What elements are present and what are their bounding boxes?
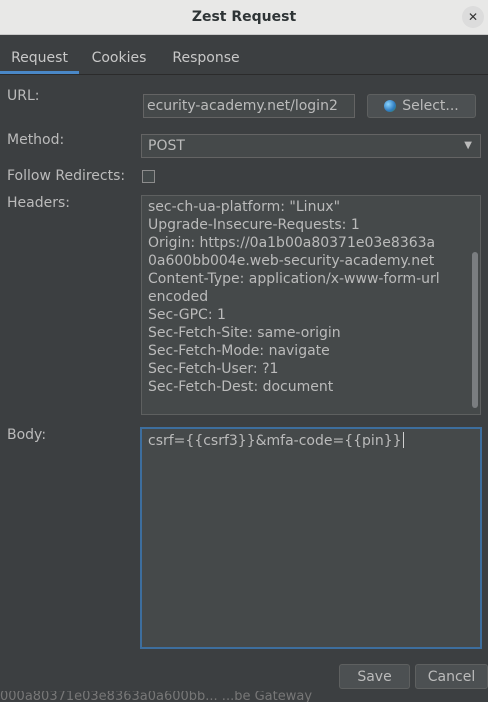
background-window-text: 000a80371e03e8363a0a600bb... ...be Gatew…: [0, 691, 313, 702]
header-line: Sec-GPC: 1: [148, 307, 226, 323]
header-line: Sec-Fetch-Mode: navigate: [148, 343, 330, 359]
header-line: 0a600bb004e.web-security-academy.net: [148, 253, 435, 269]
body-label: Body:: [7, 427, 47, 443]
method-select[interactable]: POST ▼: [141, 134, 481, 158]
header-line: sec-ch-ua-platform: "Linux": [148, 199, 341, 215]
dialog-title: Zest Request: [191, 9, 297, 25]
select-url-button[interactable]: Select...: [367, 94, 476, 118]
url-label: URL:: [7, 88, 40, 104]
header-line: Sec-Fetch-Site: same-origin: [148, 325, 341, 341]
follow-redirects-label: Follow Redirects:: [7, 168, 126, 184]
header-line: Sec-Fetch-Dest: document: [148, 379, 334, 395]
method-value: POST: [148, 138, 185, 154]
header-line: Origin: https://0a1b00a80371e03e8363a: [148, 235, 436, 251]
tab-response[interactable]: Response: [162, 34, 250, 72]
method-label: Method:: [7, 132, 65, 148]
globe-icon: [384, 100, 397, 112]
header-line: encoded: [148, 289, 209, 305]
follow-redirects-checkbox[interactable]: [142, 170, 155, 183]
chevron-down-icon: ▼: [464, 140, 472, 151]
body-value: csrf={{csrf3}}&mfa-code={{pin}}: [148, 433, 402, 449]
header-line: Upgrade-Insecure-Requests: 1: [148, 217, 360, 233]
close-icon[interactable]: ✕: [462, 6, 484, 28]
url-field[interactable]: ecurity-academy.net/login2: [143, 94, 355, 118]
tab-cookies[interactable]: Cookies: [84, 34, 154, 72]
headers-scrollbar[interactable]: [472, 252, 478, 408]
header-line: Sec-Fetch-User: ?1: [148, 361, 279, 377]
dialog-titlebar: Zest Request ✕: [0, 0, 488, 35]
text-caret: [402, 432, 404, 448]
header-line: Content-Type: application/x-www-form-url: [148, 271, 440, 287]
select-button-label: Select...: [402, 98, 459, 114]
body-textarea[interactable]: csrf={{csrf3}}&mfa-code={{pin}}: [140, 427, 482, 649]
url-value: ecurity-academy.net/login2: [147, 98, 338, 114]
tab-request[interactable]: Request: [0, 34, 79, 74]
cancel-button[interactable]: Cancel: [415, 664, 488, 689]
tab-bar: Request Cookies Response: [0, 34, 488, 75]
headers-textarea[interactable]: sec-ch-ua-platform: "Linux" Upgrade-Inse…: [141, 195, 481, 415]
headers-label: Headers:: [7, 195, 70, 211]
save-button[interactable]: Save: [339, 664, 410, 689]
